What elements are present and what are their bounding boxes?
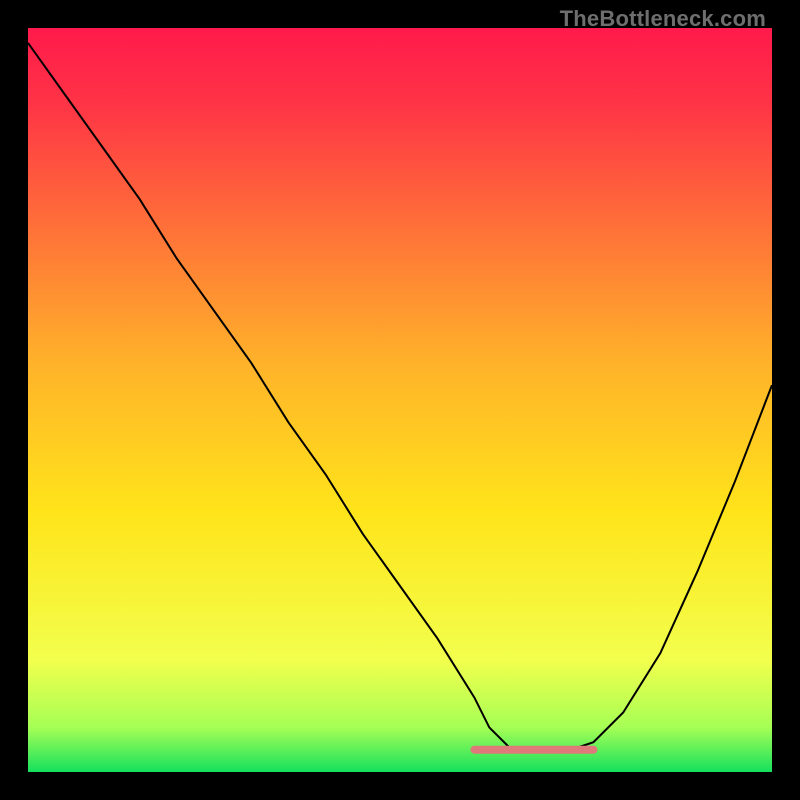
chart-svg: [28, 28, 772, 772]
gradient-background: [28, 28, 772, 772]
chart-container: TheBottleneck.com: [0, 0, 800, 800]
plot-area: [28, 28, 772, 772]
